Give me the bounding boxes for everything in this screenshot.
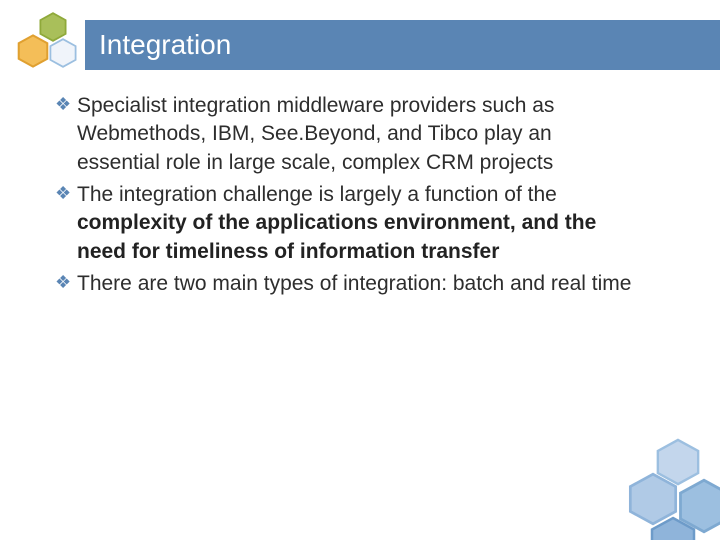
slide-body: ❖ Specialist integration middleware prov… bbox=[55, 92, 635, 302]
bullet-marker-icon: ❖ bbox=[55, 92, 77, 177]
title-bar: Integration bbox=[85, 20, 720, 70]
bullet-text: The integration challenge is largely a f… bbox=[77, 181, 635, 266]
hex-cluster-top-icon bbox=[4, 12, 94, 82]
hex-cluster-bottom-icon bbox=[590, 430, 720, 540]
bullet-marker-icon: ❖ bbox=[55, 270, 77, 298]
bullet-text: Specialist integration middleware provid… bbox=[77, 92, 635, 177]
slide-title: Integration bbox=[99, 29, 231, 61]
bullet-item: ❖ There are two main types of integratio… bbox=[55, 270, 635, 298]
slide: Integration ❖ Specialist integration mid… bbox=[0, 0, 720, 540]
bullet-marker-icon: ❖ bbox=[55, 181, 77, 266]
bullet-text: There are two main types of integration:… bbox=[77, 270, 635, 298]
bullet-item: ❖ The integration challenge is largely a… bbox=[55, 181, 635, 266]
bullet-item: ❖ Specialist integration middleware prov… bbox=[55, 92, 635, 177]
